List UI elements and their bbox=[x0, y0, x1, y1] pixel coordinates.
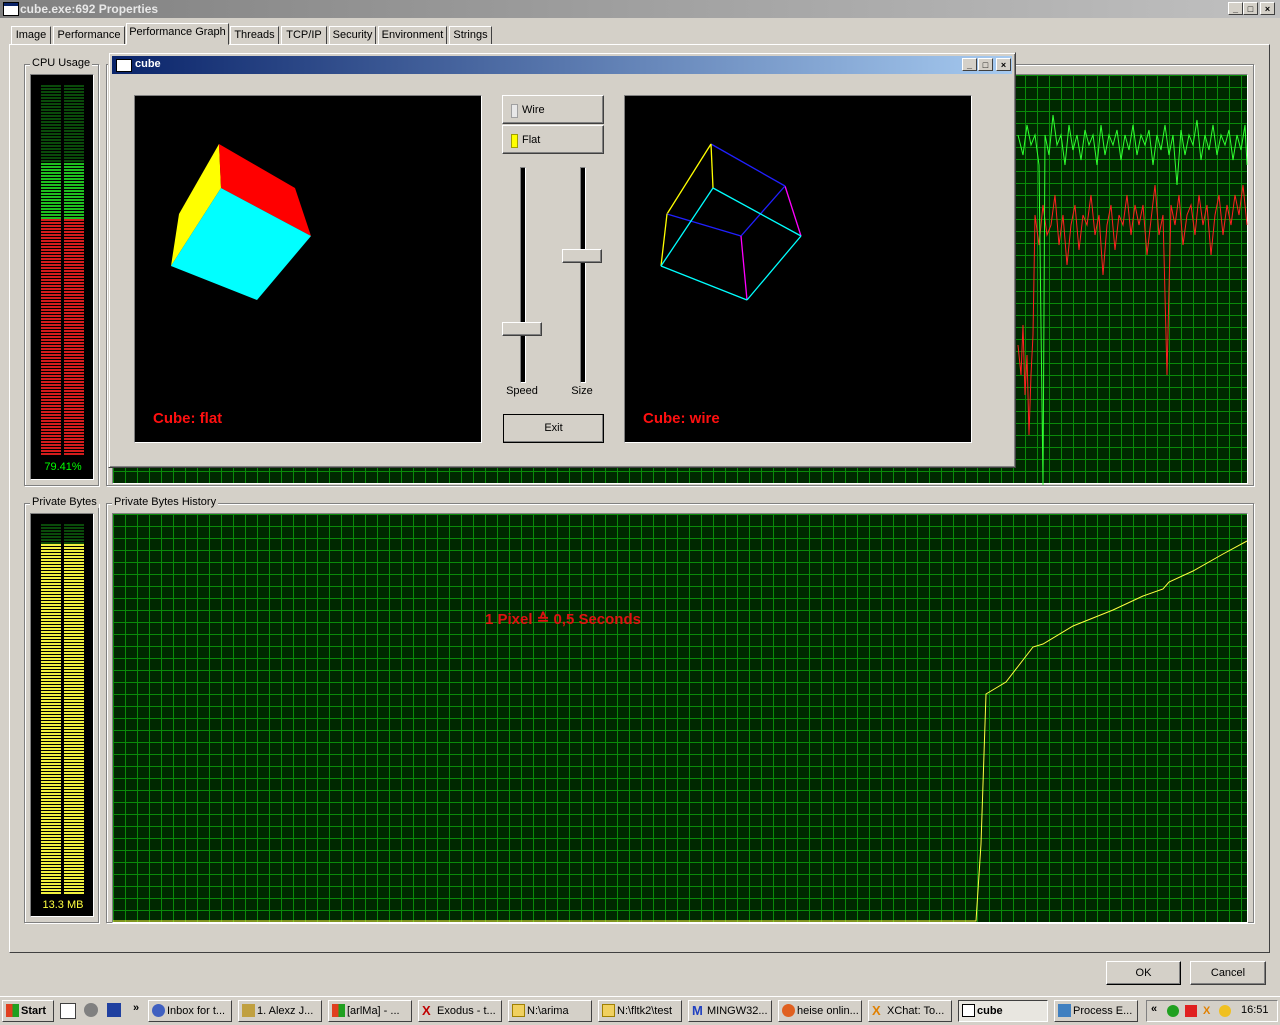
ok-button[interactable]: OK bbox=[1106, 961, 1181, 985]
taskbar-item-label: cube bbox=[977, 1005, 1003, 1017]
wire-button[interactable]: Wire bbox=[502, 95, 604, 124]
quicklaunch-icon[interactable] bbox=[84, 1003, 98, 1017]
window-icon bbox=[962, 1004, 975, 1017]
taskbar-item[interactable]: Process E... bbox=[1054, 1000, 1138, 1022]
private-bytes-line bbox=[113, 540, 1248, 922]
tab-threads[interactable]: Threads bbox=[230, 26, 279, 45]
wire-label: Wire bbox=[522, 104, 545, 116]
tab-tcpip[interactable]: TCP/IP bbox=[281, 26, 327, 45]
exodus-icon: X bbox=[422, 1003, 431, 1018]
wire-indicator-icon bbox=[511, 104, 518, 118]
taskbar-item[interactable]: 1. Alexz J... bbox=[238, 1000, 322, 1022]
cube-titlebar[interactable]: cube _ □ × bbox=[112, 56, 1012, 74]
xchat-icon: X bbox=[872, 1003, 881, 1018]
speed-label: Speed bbox=[506, 385, 538, 397]
wire-caption: Cube: wire bbox=[643, 410, 720, 427]
taskbar-item-label: N:\arima bbox=[527, 1005, 569, 1017]
taskbar-item[interactable]: Inbox for t... bbox=[148, 1000, 232, 1022]
taskbar-item[interactable]: M MINGW32... bbox=[688, 1000, 772, 1022]
taskbar-item-label: Inbox for t... bbox=[167, 1005, 226, 1017]
tray-expand-icon[interactable]: « bbox=[1151, 1003, 1157, 1015]
flat-cube-drawing bbox=[171, 144, 311, 300]
tray-app-icon[interactable] bbox=[1167, 1005, 1179, 1017]
size-slider-track[interactable] bbox=[580, 167, 586, 383]
close-icon[interactable]: × bbox=[1260, 2, 1275, 15]
mail-icon bbox=[152, 1004, 165, 1017]
private-bytes-label: Private Bytes bbox=[30, 496, 99, 508]
maximize-icon[interactable]: □ bbox=[1243, 2, 1258, 15]
flat-cube-canvas: Cube: flat bbox=[134, 95, 482, 443]
private-bytes-meter: 13.3 MB bbox=[30, 513, 94, 917]
tab-performance[interactable]: Performance bbox=[53, 26, 125, 45]
start-button[interactable]: Start bbox=[2, 1000, 54, 1022]
cube-maximize-icon[interactable]: □ bbox=[978, 58, 993, 71]
scale-note: 1 Pixel ≙ 0,5 Seconds bbox=[485, 611, 641, 628]
cpu-value: 79.41% bbox=[44, 461, 82, 473]
cube-minimize-icon[interactable]: _ bbox=[962, 58, 977, 71]
tray-xchat-icon[interactable]: X bbox=[1203, 1005, 1215, 1017]
tab-performance-graph[interactable]: Performance Graph bbox=[126, 23, 229, 45]
cube-title: cube bbox=[135, 58, 161, 70]
taskbar-item[interactable]: X XChat: To... bbox=[868, 1000, 952, 1022]
tray-status-icon[interactable] bbox=[1185, 1005, 1197, 1017]
taskbar-item-label: MINGW32... bbox=[707, 1005, 768, 1017]
taskbar-item[interactable]: heise onlin... bbox=[778, 1000, 862, 1022]
folder-icon bbox=[602, 1004, 615, 1017]
size-slider-thumb[interactable] bbox=[562, 249, 602, 264]
system-tray: « X 16:51 bbox=[1146, 1000, 1278, 1022]
size-label: Size bbox=[571, 385, 593, 397]
tab-image[interactable]: Image bbox=[11, 26, 51, 45]
flat-caption: Cube: flat bbox=[153, 410, 223, 427]
cube-window[interactable]: cube _ □ × Cube: flat Wire Flat Speed Si… bbox=[108, 52, 1016, 468]
wire-cube-canvas: Cube: wire bbox=[624, 95, 972, 443]
taskbar-item[interactable]: X Exodus - t... bbox=[418, 1000, 502, 1022]
windows-logo-icon bbox=[6, 1004, 19, 1017]
show-desktop-icon[interactable] bbox=[60, 1003, 76, 1019]
private-bytes-value: 13.3 MB bbox=[42, 899, 84, 911]
mingw-icon: M bbox=[692, 1003, 703, 1018]
process-explorer-icon bbox=[1058, 1004, 1071, 1017]
flat-indicator-icon bbox=[511, 134, 518, 148]
firefox-icon bbox=[782, 1004, 795, 1017]
taskbar-item[interactable]: N:\arima bbox=[508, 1000, 592, 1022]
quicklaunch-chevron-icon[interactable]: » bbox=[133, 1002, 139, 1014]
cancel-button[interactable]: Cancel bbox=[1190, 961, 1266, 985]
taskbar-item[interactable]: N:\fltk2\test bbox=[598, 1000, 682, 1022]
speed-slider-thumb[interactable] bbox=[502, 321, 542, 336]
taskbar-item-label: 1. Alexz J... bbox=[257, 1005, 314, 1017]
quicklaunch-app-icon[interactable] bbox=[107, 1003, 121, 1017]
tab-security[interactable]: Security bbox=[329, 26, 376, 45]
taskbar-item-label: heise onlin... bbox=[797, 1005, 859, 1017]
chat-icon bbox=[242, 1004, 255, 1017]
taskbar-item-label: Process E... bbox=[1073, 1005, 1133, 1017]
start-label: Start bbox=[21, 1005, 47, 1017]
taskbar-item-label: XChat: To... bbox=[887, 1005, 945, 1017]
window-titlebar[interactable]: cube.exe:692 Properties _ □ × bbox=[0, 0, 1280, 18]
taskbar-item-label: N:\fltk2\test bbox=[617, 1005, 673, 1017]
speed-slider-track[interactable] bbox=[520, 167, 526, 383]
app-icon bbox=[3, 2, 19, 16]
flat-button[interactable]: Flat bbox=[502, 125, 604, 154]
app-icon bbox=[332, 1004, 345, 1017]
exit-button[interactable]: Exit bbox=[503, 414, 604, 443]
cpu-meter: 79.41% bbox=[30, 74, 94, 480]
taskbar-item[interactable]: [arlMa] - ... bbox=[328, 1000, 412, 1022]
taskbar-item-label: [arlMa] - ... bbox=[347, 1005, 400, 1017]
private-bytes-history-graph: 1 Pixel ≙ 0,5 Seconds bbox=[112, 513, 1248, 923]
tab-environment[interactable]: Environment bbox=[378, 26, 447, 45]
taskbar-item-cube[interactable]: cube bbox=[958, 1000, 1048, 1022]
clock: 16:51 bbox=[1241, 1004, 1269, 1016]
tray-bulb-icon[interactable] bbox=[1219, 1005, 1231, 1017]
window-title: cube.exe:692 Properties bbox=[20, 2, 159, 16]
folder-icon bbox=[512, 1004, 525, 1017]
minimize-icon[interactable]: _ bbox=[1228, 2, 1243, 15]
cpu-usage-label: CPU Usage bbox=[30, 57, 93, 69]
wire-cube-drawing bbox=[660, 143, 802, 301]
tab-strings[interactable]: Strings bbox=[449, 26, 492, 45]
flat-label: Flat bbox=[522, 134, 541, 146]
private-bytes-history-label: Private Bytes History bbox=[112, 496, 219, 508]
cube-app-icon bbox=[116, 59, 132, 72]
taskbar-item-label: Exodus - t... bbox=[437, 1005, 496, 1017]
cube-close-icon[interactable]: × bbox=[996, 58, 1011, 71]
